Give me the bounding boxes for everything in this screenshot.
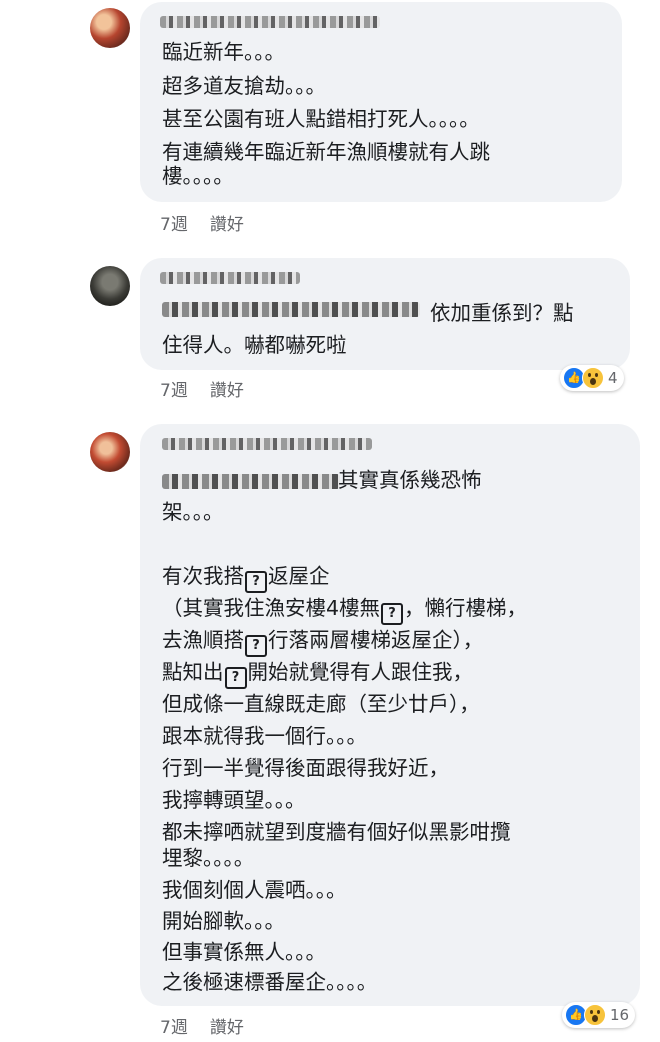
comment-meta: 7週 讚好: [160, 210, 244, 235]
reaction-count: 4: [608, 369, 618, 387]
timestamp[interactable]: 7週: [160, 215, 188, 235]
comment-text-line: 跟本就得我一個行。。。: [162, 724, 367, 748]
comment-text-line: 住得人。嚇都嚇死啦: [162, 333, 347, 357]
timestamp[interactable]: 7週: [160, 381, 188, 401]
like-link[interactable]: 讚好: [210, 215, 244, 235]
avatar[interactable]: [90, 266, 130, 306]
comment-text-line: 之後極速標番屋企。。。。: [162, 970, 378, 994]
comment-text-line: 甚至公園有班人點錯相打死人。。。。: [162, 107, 480, 131]
mention-tag[interactable]: [162, 302, 420, 317]
missing-glyph-icon: ?: [381, 603, 404, 625]
comment-text-line: 其實真係幾恐怖: [338, 468, 482, 492]
comment-text-line: 有連續幾年臨近新年漁順樓就有人跳: [162, 140, 490, 164]
missing-glyph-icon: ?: [245, 571, 267, 593]
commenter-name[interactable]: [160, 16, 380, 28]
comment-text-line: 架。。。: [162, 500, 224, 524]
comment-text-line: 依加重係到？點: [430, 301, 574, 325]
mention-tag[interactable]: [162, 474, 340, 489]
comment-text-line: 點知出? 開始就覺得有人跟住我，: [162, 660, 473, 689]
reaction-count: 16: [610, 1006, 630, 1024]
comment-meta: 7週 讚好: [160, 376, 244, 401]
comment-text-line: 我個刻個人震哂。。。: [162, 878, 347, 902]
wow-face-icon: [584, 1004, 606, 1026]
reaction-summary[interactable]: 👍 4: [560, 365, 624, 391]
like-link[interactable]: 讚好: [210, 381, 244, 401]
comment-text-line: 行到一半覺得後面跟得我好近，: [162, 756, 449, 780]
comment-text-line: 有次我搭? 返屋企: [162, 564, 330, 593]
comment-text-line: （其實我住漁安樓4樓無? ，懶行樓梯，: [162, 596, 527, 625]
commenter-name[interactable]: [162, 438, 372, 450]
wow-face-icon: [582, 367, 604, 389]
comment-text-line: 埋黎。。。。: [162, 846, 255, 870]
avatar[interactable]: [90, 8, 130, 48]
comment-text-line: 臨近新年。。。: [162, 40, 285, 64]
comment-text-line: 去漁順搭? 行落兩層樓梯返屋企），: [162, 628, 483, 657]
missing-glyph-icon: ?: [245, 635, 267, 657]
timestamp[interactable]: 7週: [160, 1018, 188, 1038]
comment-text-line: 開始腳軟。。。: [162, 909, 285, 933]
comment-text-line: 我擰轉頭望。。。: [162, 788, 306, 812]
comment-text-line: 超多道友搶劫。。。: [162, 74, 326, 98]
comment-text-line: 樓。。。。: [162, 164, 234, 188]
comment-text-line: 都未擰哂就望到度牆有個好似黑影咁攬: [162, 820, 511, 844]
reaction-summary[interactable]: 👍 16: [562, 1002, 636, 1028]
comment-text-line: 但事實係無人。。。: [162, 940, 326, 964]
avatar[interactable]: [90, 432, 130, 472]
like-link[interactable]: 讚好: [210, 1018, 244, 1038]
commenter-name[interactable]: [160, 272, 300, 284]
comment-text-line: 但成條一直線既走廊（至少廿戶），: [162, 692, 480, 716]
comment-meta: 7週 讚好: [160, 1013, 244, 1038]
missing-glyph-icon: ?: [224, 667, 247, 689]
